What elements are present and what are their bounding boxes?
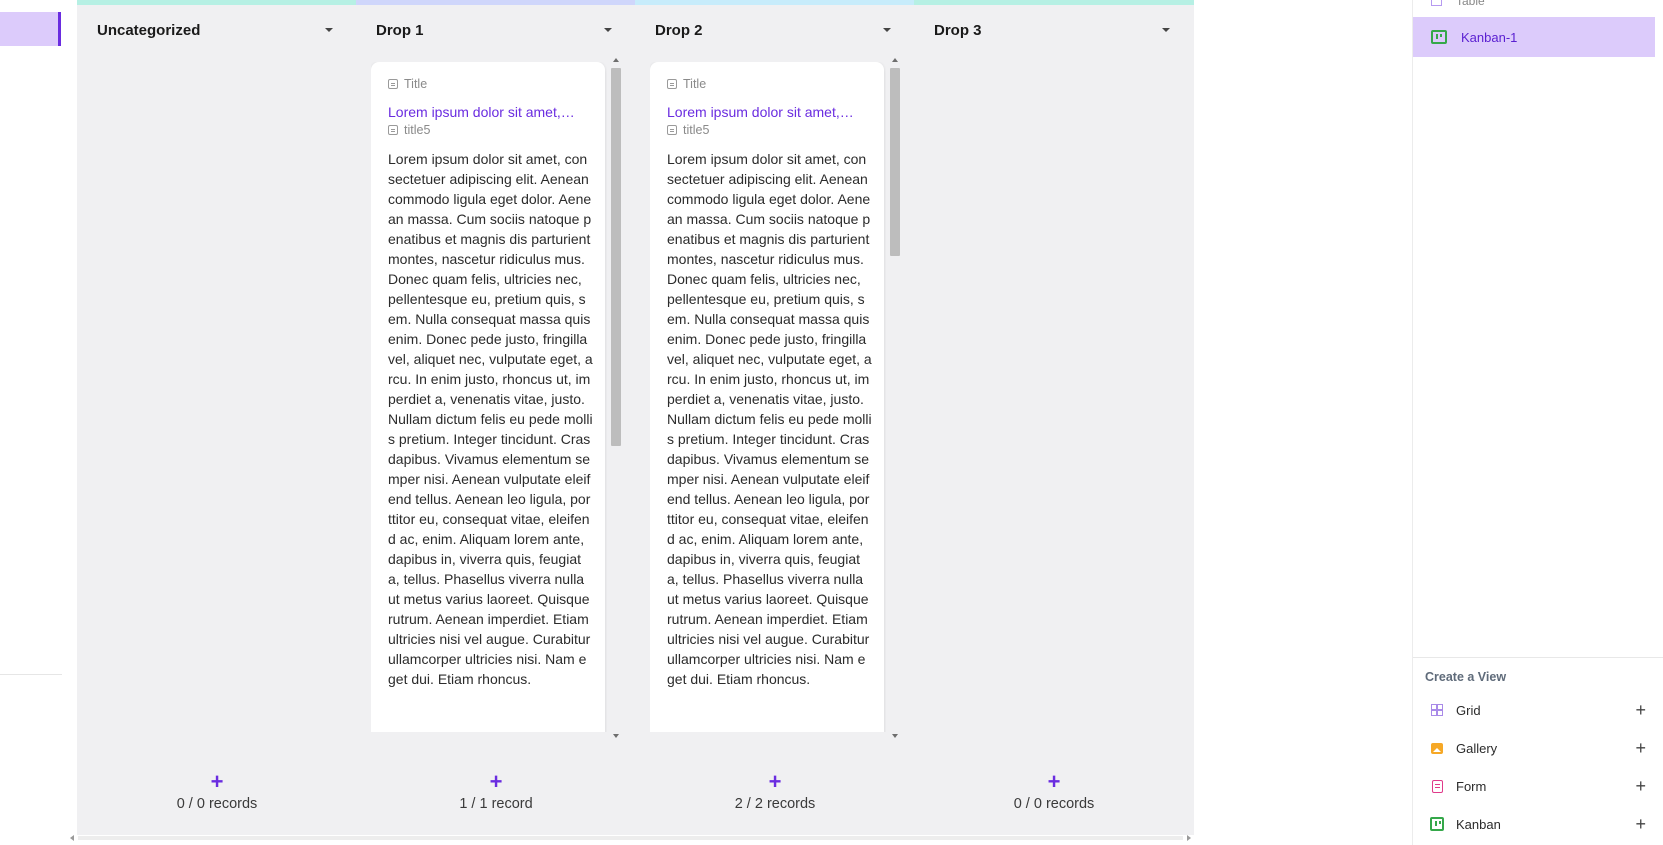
kanban-column-drop-1: Drop 1 Title Lorem ipsum dolor sit amet,… (356, 0, 636, 835)
view-item-table[interactable]: Table (1431, 0, 1485, 8)
chevron-down-icon[interactable] (1162, 28, 1170, 32)
column-title: Uncategorized (97, 21, 201, 39)
title-field-label: Title (667, 77, 706, 91)
chevron-down-icon[interactable] (325, 28, 333, 32)
field-label-text: Title (404, 77, 428, 91)
scroll-track[interactable] (78, 836, 1183, 840)
scroll-right-icon[interactable] (1187, 835, 1191, 841)
scroll-down-icon[interactable] (613, 734, 619, 738)
card-body-text: Lorem ipsum dolor sit amet, consectetuer… (667, 151, 872, 687)
title-field-label: Title (388, 77, 427, 91)
create-view-label: Grid (1456, 702, 1481, 718)
column-header[interactable]: Drop 1 (376, 20, 616, 40)
text-field-icon (667, 79, 677, 89)
create-view-label: Kanban (1456, 816, 1501, 832)
field-label-text: title5 (404, 123, 431, 137)
card-list: Title Lorem ipsum dolor sit amet,… title… (650, 62, 886, 732)
scroll-up-icon[interactable] (613, 58, 619, 62)
scroll-thumb[interactable] (890, 68, 900, 256)
body-field-label: title5 (388, 123, 430, 137)
views-sidebar: Table Kanban-1 Create a View Grid + Gall… (1412, 0, 1663, 845)
chevron-down-icon[interactable] (604, 28, 612, 32)
kanban-column-drop-3: Drop 3 + 0 / 0 records (914, 0, 1194, 835)
card-title: Lorem ipsum dolor sit amet,… (388, 104, 575, 120)
column-header[interactable]: Drop 3 (934, 20, 1174, 40)
scroll-down-icon[interactable] (892, 734, 898, 738)
card-scrollbar[interactable] (889, 58, 901, 738)
plus-icon[interactable]: + (1635, 701, 1646, 719)
card-title: Lorem ipsum dolor sit amet,… (667, 104, 854, 120)
column-footer: + 0 / 0 records (914, 771, 1194, 813)
view-item-kanban-1[interactable]: Kanban-1 (1413, 17, 1655, 57)
plus-icon[interactable]: + (1635, 815, 1646, 833)
active-indicator (58, 12, 61, 46)
left-sidebar (0, 0, 63, 845)
field-label-text: Title (683, 77, 707, 91)
column-color-bar (356, 0, 636, 5)
create-view-label: Form (1456, 778, 1487, 794)
record-count: 0 / 0 records (1013, 796, 1095, 812)
scroll-up-icon[interactable] (892, 58, 898, 62)
column-footer: + 0 / 0 records (77, 771, 357, 813)
column-footer: + 1 / 1 record (356, 771, 636, 813)
left-sidebar-active-item[interactable] (0, 12, 58, 46)
form-icon (1430, 779, 1444, 793)
kanban-board: Uncategorized + 0 / 0 records Drop 1 Tit… (62, 0, 1412, 845)
column-header[interactable]: Uncategorized (97, 20, 337, 40)
record-count: 1 / 1 record (459, 796, 533, 812)
add-record-button[interactable]: + (356, 771, 636, 793)
kanban-card[interactable]: Title Lorem ipsum dolor sit amet,… title… (371, 62, 605, 732)
scroll-thumb[interactable] (611, 68, 621, 446)
add-record-button[interactable]: + (635, 771, 915, 793)
create-view-kanban[interactable]: Kanban + (1413, 806, 1658, 842)
card-body-text: Lorem ipsum dolor sit amet, consectetuer… (388, 151, 593, 687)
view-label: Kanban-1 (1461, 29, 1518, 45)
kanban-card[interactable]: Title Lorem ipsum dolor sit amet,… title… (650, 62, 884, 732)
column-title: Drop 2 (655, 21, 703, 39)
column-color-bar (914, 0, 1194, 5)
gallery-icon (1430, 741, 1444, 755)
column-color-bar (635, 0, 915, 5)
create-view-form[interactable]: Form + (1413, 768, 1658, 804)
add-record-button[interactable]: + (914, 771, 1194, 793)
kanban-icon (1431, 30, 1447, 44)
text-field-icon (388, 79, 398, 89)
column-header[interactable]: Drop 2 (655, 20, 895, 40)
create-view-grid[interactable]: Grid + (1413, 692, 1658, 728)
plus-icon[interactable]: + (1635, 777, 1646, 795)
card-list: Title Lorem ipsum dolor sit amet,… title… (371, 62, 607, 732)
long-text-field-icon (388, 125, 398, 135)
column-title: Drop 1 (376, 21, 424, 39)
plus-icon[interactable]: + (1635, 739, 1646, 757)
long-text-field-icon (667, 125, 677, 135)
kanban-icon (1430, 817, 1444, 831)
column-title: Drop 3 (934, 21, 982, 39)
create-view-title: Create a View (1425, 670, 1507, 684)
chevron-down-icon[interactable] (883, 28, 891, 32)
view-label: Table (1456, 0, 1485, 8)
record-count: 2 / 2 records (734, 796, 816, 812)
table-icon (1431, 0, 1442, 6)
scroll-left-icon[interactable] (70, 835, 74, 841)
record-count: 0 / 0 records (176, 796, 258, 812)
column-color-bar (77, 0, 357, 5)
card-scrollbar[interactable] (610, 58, 622, 738)
add-record-button[interactable]: + (77, 771, 357, 793)
kanban-column-uncategorized: Uncategorized + 0 / 0 records (77, 0, 357, 835)
grid-icon (1430, 703, 1444, 717)
create-view-label: Gallery (1456, 740, 1498, 756)
left-sidebar-divider (0, 674, 62, 675)
column-footer: + 2 / 2 records (635, 771, 915, 813)
panel-divider (1413, 657, 1663, 658)
board-horizontal-scrollbar[interactable] (68, 833, 1193, 843)
create-view-gallery[interactable]: Gallery + (1413, 730, 1658, 766)
body-field-label: title5 (667, 123, 709, 137)
kanban-column-drop-2: Drop 2 Title Lorem ipsum dolor sit amet,… (635, 0, 915, 835)
field-label-text: title5 (683, 123, 710, 137)
